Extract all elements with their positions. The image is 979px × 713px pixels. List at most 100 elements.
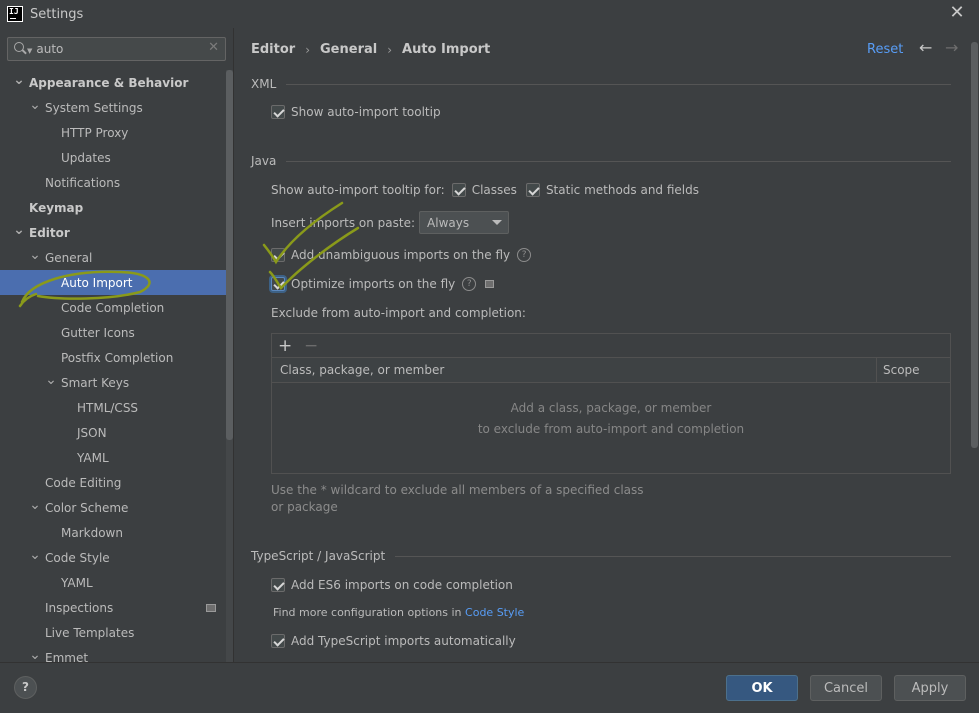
sidebar-item-http-proxy[interactable]: HTTP Proxy [0, 120, 226, 145]
sidebar-item-code-completion[interactable]: Code Completion [0, 295, 226, 320]
sidebar-item-label: YAML [77, 450, 109, 465]
content-scrollbar-thumb[interactable] [971, 42, 978, 448]
ok-button[interactable]: OK [726, 675, 798, 701]
column-header-class[interactable]: Class, package, or member [272, 358, 877, 382]
close-window-icon[interactable]: ✕ [947, 2, 967, 24]
chevron-down-icon[interactable]: ⌄ [28, 548, 42, 562]
settings-tree: ⌄ Appearance & Behavior ⌄ System Settings HT… [0, 70, 226, 662]
chevron-down-icon[interactable]: ⌄ [44, 373, 58, 387]
sidebar-item-label: Gutter Icons [61, 325, 135, 340]
optimize-imports-option[interactable]: Optimize imports on the fly ? [271, 277, 495, 291]
sidebar-item-yaml[interactable]: YAML [0, 570, 226, 595]
sidebar-item-label: System Settings [45, 100, 143, 115]
empty-text-line-1[interactable]: Add a class, package, or member [272, 398, 950, 419]
sidebar-item-emmet[interactable]: ⌄ Emmet [0, 645, 226, 663]
sidebar-item-smart-keys[interactable]: ⌄ Smart Keys [0, 370, 226, 395]
insert-on-paste-value: Always [427, 215, 470, 230]
add-es6-label[interactable]: Add ES6 imports on code completion [291, 578, 513, 592]
chevron-down-icon[interactable]: ⌄ [28, 98, 42, 112]
add-es6-checkbox[interactable] [271, 578, 285, 592]
sidebar-item-updates[interactable]: Updates [0, 145, 226, 170]
sidebar-item-json[interactable]: JSON [0, 420, 226, 445]
sidebar-item-yaml[interactable]: YAML [0, 445, 226, 470]
empty-text-line-2: to exclude from auto-import and completi… [477, 422, 745, 436]
code-style-link[interactable]: Code Style [465, 606, 524, 619]
add-unambiguous-label[interactable]: Add unambiguous imports on the fly [291, 248, 510, 262]
add-unambiguous-checkbox[interactable] [271, 248, 285, 262]
xml-show-tooltip-label[interactable]: Show auto-import tooltip [291, 105, 441, 119]
sidebar-item-label: Emmet [45, 650, 89, 663]
static-methods-label[interactable]: Static methods and fields [546, 183, 699, 197]
help-question-icon[interactable]: ? [462, 277, 477, 291]
title-bar: IJ Settings ✕ [0, 0, 979, 28]
tooltip-for-label: Show auto-import tooltip for: [271, 183, 445, 197]
forward-arrow-icon[interactable]: → [945, 38, 958, 57]
column-header-scope[interactable]: Scope [877, 358, 950, 382]
wildcard-hint: Use the * wildcard to exclude all member… [271, 483, 644, 514]
apply-button[interactable]: Apply [894, 675, 966, 701]
sidebar-item-code-editing[interactable]: Code Editing [0, 470, 226, 495]
sidebar-item-label: Smart Keys [61, 375, 130, 390]
xml-section-title: XML [251, 77, 951, 91]
classes-label[interactable]: Classes [472, 183, 517, 197]
xml-show-tooltip-option[interactable]: Show auto-import tooltip [271, 105, 441, 119]
sidebar-item-label: JSON [77, 425, 107, 440]
chevron-down-icon[interactable]: ⌄ [28, 648, 42, 662]
help-button[interactable]: ? [14, 676, 37, 699]
sidebar-item-html-css[interactable]: HTML/CSS [0, 395, 226, 420]
section-divider [395, 555, 951, 557]
sidebar-item-editor[interactable]: ⌄ Editor [0, 220, 226, 245]
help-question-icon[interactable]: ? [517, 248, 532, 262]
sidebar-item-system-settings[interactable]: ⌄ System Settings [0, 95, 226, 120]
search-icon [13, 41, 29, 57]
section-divider [286, 83, 951, 85]
sidebar-scrollbar-thumb[interactable] [226, 70, 233, 440]
sidebar-item-general[interactable]: ⌄ General [0, 245, 226, 270]
add-unambiguous-option[interactable]: Add unambiguous imports on the fly ? [271, 248, 532, 262]
sidebar-item-label: Appearance & Behavior [29, 75, 189, 90]
sidebar-item-postfix-completion[interactable]: Postfix Completion [0, 345, 226, 370]
add-ts-option[interactable]: Add TypeScript imports automatically [271, 634, 516, 648]
sidebar-item-label: Postfix Completion [61, 350, 174, 365]
chevron-down-icon[interactable]: ⌄ [12, 223, 26, 237]
sidebar-item-code-style[interactable]: ⌄ Code Style [0, 545, 226, 570]
sidebar-item-markdown[interactable]: Markdown [0, 520, 226, 545]
content-scrollbar[interactable] [971, 28, 979, 662]
add-es6-option[interactable]: Add ES6 imports on code completion [271, 578, 513, 592]
chevron-down-icon[interactable]: ⌄ [12, 73, 26, 87]
classes-checkbox[interactable] [451, 183, 466, 197]
sidebar-item-live-templates[interactable]: Live Templates [0, 620, 226, 645]
breadcrumb-general[interactable]: General [320, 42, 377, 57]
reset-link[interactable]: Reset [867, 42, 903, 57]
sidebar-scrollbar[interactable] [226, 70, 233, 662]
chevron-down-icon[interactable]: ⌄ [28, 498, 42, 512]
exclude-label-row: Exclude from auto-import and completion: [271, 306, 526, 320]
settings-search-input[interactable] [36, 42, 202, 56]
insert-on-paste-dropdown[interactable]: Always [419, 211, 510, 234]
breadcrumb-editor[interactable]: Editor [251, 42, 295, 57]
settings-search-box[interactable]: ▼ ✕ [7, 37, 226, 61]
sidebar-item-appearance-behavior[interactable]: ⌄ Appearance & Behavior [0, 70, 226, 95]
sidebar-item-auto-import[interactable]: Auto Import [0, 270, 226, 295]
clear-search-icon[interactable]: ✕ [208, 40, 219, 55]
project-scope-icon [206, 603, 216, 612]
add-icon[interactable]: + [278, 337, 294, 354]
optimize-imports-checkbox[interactable] [271, 277, 285, 291]
add-ts-label[interactable]: Add TypeScript imports automatically [291, 634, 516, 648]
sidebar-item-color-scheme[interactable]: ⌄ Color Scheme [0, 495, 226, 520]
sidebar-item-keymap[interactable]: Keymap [0, 195, 226, 220]
window-title: Settings [30, 6, 84, 22]
cancel-button[interactable]: Cancel [810, 675, 882, 701]
sidebar-item-inspections[interactable]: Inspections [0, 595, 226, 620]
chevron-down-icon[interactable]: ⌄ [28, 248, 42, 262]
static-methods-checkbox[interactable] [525, 183, 540, 197]
sidebar-item-gutter-icons[interactable]: Gutter Icons [0, 320, 226, 345]
sidebar-item-label: Updates [61, 150, 111, 165]
sidebar-item-label: HTML/CSS [77, 400, 139, 415]
sidebar-item-label: Color Scheme [45, 500, 129, 515]
optimize-imports-label[interactable]: Optimize imports on the fly [291, 277, 455, 291]
back-arrow-icon[interactable]: ← [919, 38, 932, 57]
sidebar-item-notifications[interactable]: Notifications [0, 170, 226, 195]
xml-show-tooltip-checkbox[interactable] [271, 105, 285, 119]
add-ts-checkbox[interactable] [271, 634, 285, 648]
